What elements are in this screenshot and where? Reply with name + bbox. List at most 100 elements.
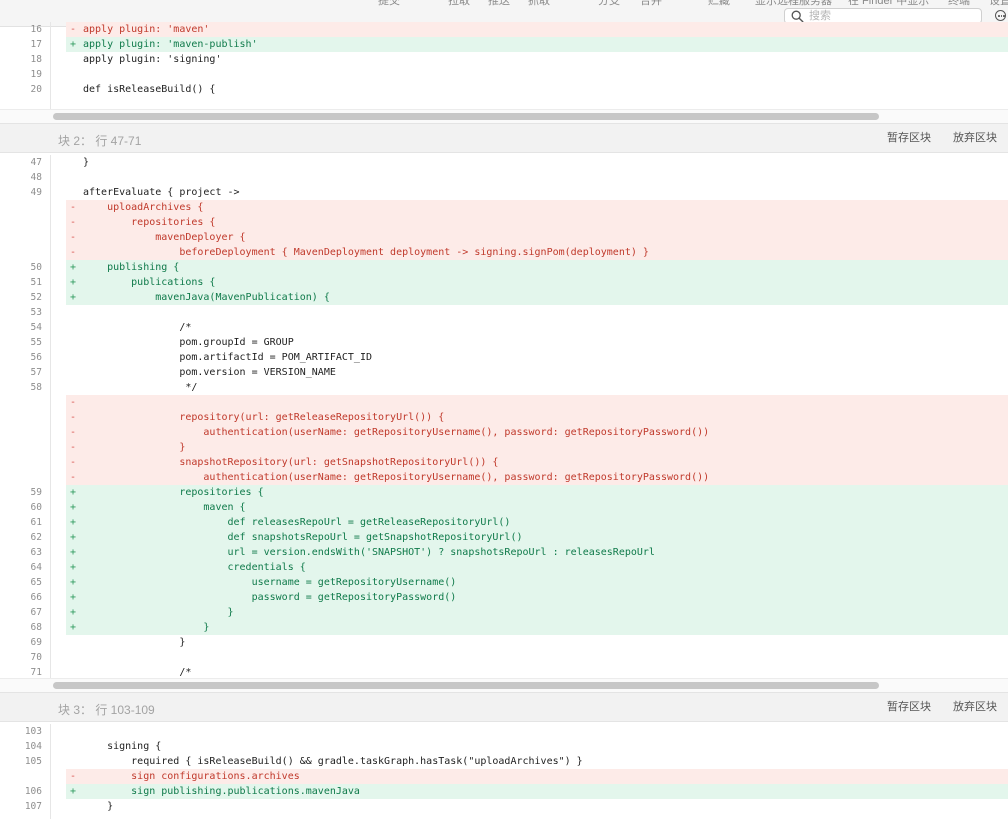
removed-line[interactable]: - authentication(userName: getRepository… <box>0 470 1008 485</box>
code-text: mavenDeployer { <box>83 232 246 243</box>
hunk-2-title: 块 2： 行 47-71 <box>58 134 142 148</box>
plus-marker: + <box>70 262 77 273</box>
added-line[interactable]: 62 + def snapshotsRepoUrl = getSnapshotRe… <box>0 530 1008 545</box>
more-options-icon[interactable] <box>995 10 1006 21</box>
added-line[interactable]: 52 + mavenJava(MavenPublication) { <box>0 290 1008 305</box>
line-highlight <box>66 724 1008 739</box>
code-text: } <box>83 637 186 648</box>
line-number: 16 <box>30 24 42 35</box>
removed-line[interactable]: - uploadArchives { <box>0 200 1008 215</box>
line-number: 71 <box>30 667 42 678</box>
toolbar-terminal-label[interactable]: 终端 <box>948 0 970 8</box>
hunk-1-horizontal-scrollbar[interactable] <box>53 113 879 120</box>
removed-line[interactable]: - snapshotRepository(url: getSnapshotRep… <box>0 455 1008 470</box>
hunk-3-discard-button[interactable]: 放弃区块 <box>953 699 997 716</box>
removed-line[interactable]: - <box>0 395 1008 410</box>
added-line[interactable]: 17 + apply plugin: 'maven-publish' <box>0 37 1008 52</box>
added-line[interactable]: 61 + def releasesRepoUrl = getReleaseRepo… <box>0 515 1008 530</box>
context-line[interactable]: 103 <box>0 724 1008 739</box>
context-line[interactable]: 57 pom.version = VERSION_NAME <box>0 365 1008 380</box>
line-number: 63 <box>30 547 42 558</box>
code-text: required { isReleaseBuild() && gradle.ta… <box>83 756 583 767</box>
hunk-1-code: 16 - apply plugin: 'maven' 17 + apply plugin:… <box>0 22 1008 109</box>
removed-line[interactable]: - authentication(userName: getRepository… <box>0 425 1008 440</box>
toolbar-fetch-label[interactable]: 抓取 <box>528 0 550 8</box>
context-line[interactable]: 107 } <box>0 799 1008 814</box>
hunk-3-title: 块 3： 行 103-109 <box>58 703 155 717</box>
line-number: 106 <box>24 786 42 797</box>
line-number: 62 <box>30 532 42 543</box>
removed-line[interactable]: - repositories { <box>0 215 1008 230</box>
minus-marker: - <box>70 472 77 483</box>
toolbar-show-remote-label[interactable]: 显示远程服务器 <box>755 0 832 8</box>
minus-marker: - <box>70 771 77 782</box>
added-line[interactable]: 68 + } <box>0 620 1008 635</box>
removed-line[interactable]: - sign configurations.archives <box>0 769 1008 784</box>
plus-marker: + <box>70 786 77 797</box>
removed-line[interactable]: 16 - apply plugin: 'maven' <box>0 22 1008 37</box>
removed-line[interactable]: - mavenDeployer { <box>0 230 1008 245</box>
line-highlight <box>66 799 1008 814</box>
context-line[interactable]: 54 /* <box>0 320 1008 335</box>
code-text: publishing { <box>83 262 180 273</box>
line-highlight <box>66 635 1008 650</box>
context-line[interactable]: 18 apply plugin: 'signing' <box>0 52 1008 67</box>
context-line[interactable]: 70 <box>0 650 1008 665</box>
hunk-2-stage-button[interactable]: 暂存区块 <box>887 130 931 147</box>
code-text: afterEvaluate { project -> <box>83 187 240 198</box>
added-line[interactable]: 65 + username = getRepositoryUsername() <box>0 575 1008 590</box>
line-highlight <box>66 395 1008 410</box>
toolbar-stash-label[interactable]: 贮藏 <box>708 0 730 8</box>
context-line[interactable]: 104 signing { <box>0 739 1008 754</box>
minus-marker: - <box>70 232 77 243</box>
plus-marker: + <box>70 39 77 50</box>
context-line[interactable]: 105 required { isReleaseBuild() && gradl… <box>0 754 1008 769</box>
added-line[interactable]: 106 + sign publishing.publications.mavenJ… <box>0 784 1008 799</box>
hunk-2-horizontal-scrollbar[interactable] <box>53 682 879 689</box>
toolbar-branch-label[interactable]: 分支 <box>598 0 620 8</box>
toolbar-pull-label[interactable]: 拉取 <box>448 0 470 8</box>
context-line[interactable]: 48 <box>0 170 1008 185</box>
added-line[interactable]: 64 + credentials { <box>0 560 1008 575</box>
hunk-3-stage-button[interactable]: 暂存区块 <box>887 699 931 716</box>
plus-marker: + <box>70 577 77 588</box>
context-line[interactable]: 47} <box>0 155 1008 170</box>
line-highlight <box>66 305 1008 320</box>
toolbar-merge-label[interactable]: 合并 <box>640 0 662 8</box>
added-line[interactable]: 51 + publications { <box>0 275 1008 290</box>
context-line[interactable]: 58 */ <box>0 380 1008 395</box>
context-line[interactable]: 19 <box>0 67 1008 82</box>
line-number: 58 <box>30 382 42 393</box>
hunk-2-discard-button[interactable]: 放弃区块 <box>953 130 997 147</box>
context-line[interactable]: 71 /* <box>0 665 1008 678</box>
removed-line[interactable]: - repository(url: getReleaseRepositoryUr… <box>0 410 1008 425</box>
added-line[interactable]: 67 + } <box>0 605 1008 620</box>
context-line[interactable]: 56 pom.artifactId = POM_ARTIFACT_ID <box>0 350 1008 365</box>
added-line[interactable]: 63 + url = version.endsWith('SNAPSHOT') ?… <box>0 545 1008 560</box>
added-line[interactable]: 60 + maven { <box>0 500 1008 515</box>
code-text: publications { <box>83 277 216 288</box>
code-text: authentication(userName: getRepositoryUs… <box>83 472 710 483</box>
line-number: 105 <box>24 756 42 767</box>
line-number: 52 <box>30 292 42 303</box>
toolbar-commit-label[interactable]: 提交 <box>378 0 400 8</box>
minus-marker: - <box>70 427 77 438</box>
toolbar-show-finder-label[interactable]: 在 Finder 中显示 <box>848 0 929 8</box>
removed-line[interactable]: - } <box>0 440 1008 455</box>
toolbar-push-label[interactable]: 推送 <box>488 0 510 8</box>
code-text: pom.groupId = GROUP <box>83 337 294 348</box>
minus-marker: - <box>70 24 77 35</box>
context-line[interactable]: 20 def isReleaseBuild() { <box>0 82 1008 97</box>
context-line[interactable]: 49 afterEvaluate { project -> <box>0 185 1008 200</box>
added-line[interactable]: 50 + publishing { <box>0 260 1008 275</box>
code-text: apply plugin: 'maven-publish' <box>83 39 258 50</box>
line-highlight <box>66 320 1008 335</box>
search-input[interactable] <box>809 9 974 23</box>
removed-line[interactable]: - beforeDeployment { MavenDeployment dep… <box>0 245 1008 260</box>
added-line[interactable]: 59 + repositories { <box>0 485 1008 500</box>
context-line[interactable]: 53 <box>0 305 1008 320</box>
toolbar-settings-label[interactable]: 设置 <box>989 0 1008 8</box>
added-line[interactable]: 66 + password = getRepositoryPassword() <box>0 590 1008 605</box>
context-line[interactable]: 55 pom.groupId = GROUP <box>0 335 1008 350</box>
context-line[interactable]: 69 } <box>0 635 1008 650</box>
